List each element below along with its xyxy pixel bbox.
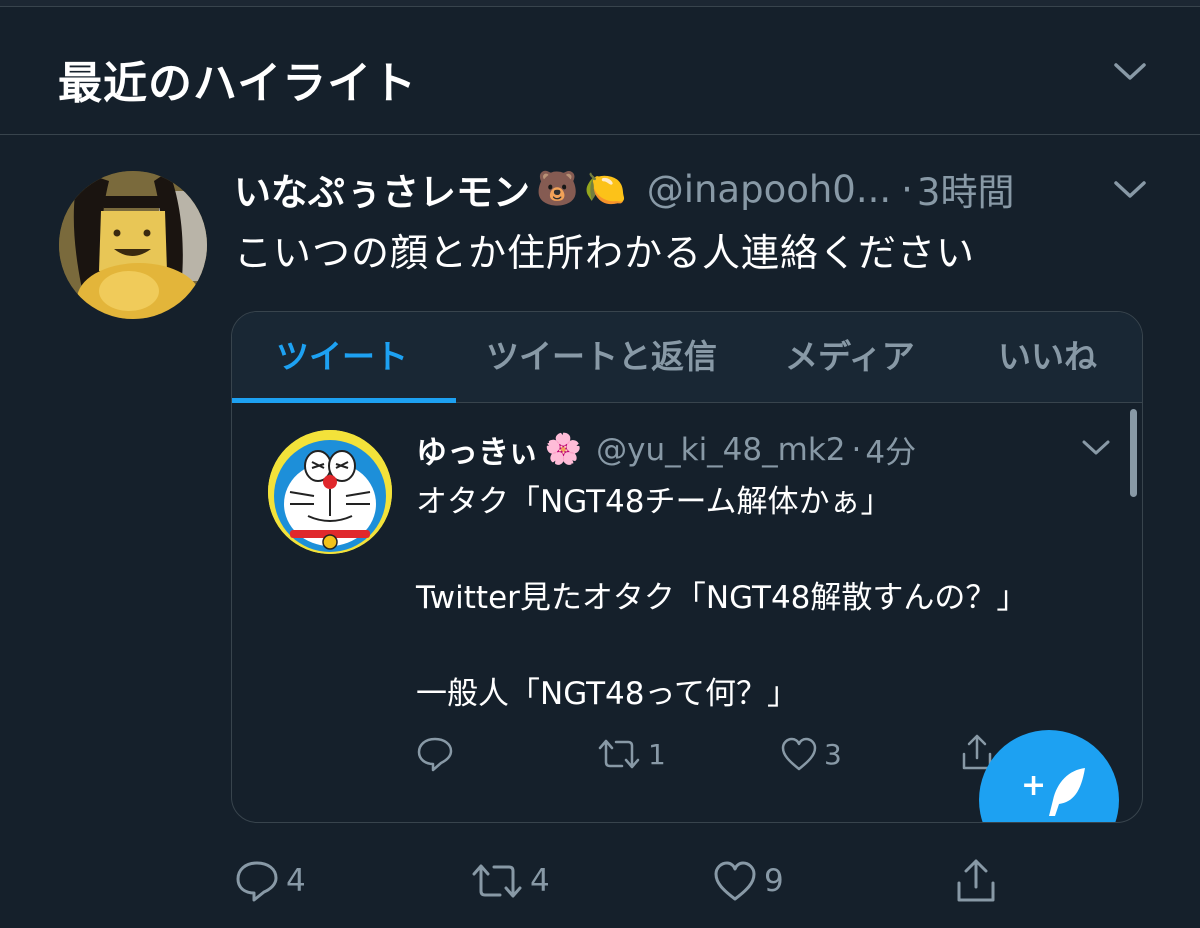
highlights-header[interactable]: 最近のハイライト <box>0 7 1200 135</box>
retweet-icon <box>598 739 640 769</box>
tab-tweets-and-replies[interactable]: ツイートと返信 <box>486 330 717 378</box>
reply-icon <box>236 861 278 902</box>
retweet-count: 4 <box>530 863 550 899</box>
chevron-down-icon[interactable] <box>1113 62 1147 82</box>
chevron-down-icon[interactable] <box>1113 180 1147 200</box>
tab-likes[interactable]: いいね <box>998 330 1097 378</box>
heart-icon <box>781 737 817 771</box>
retweet-icon <box>472 864 522 898</box>
feather-icon <box>1049 768 1085 816</box>
like-count: 3 <box>824 737 842 771</box>
separator-dot: · <box>901 167 913 211</box>
embedded-image[interactable]: ツイート ツイートと返信 メディア いいね ゆっきぃ 🌸 @yu_ki_48_m… <box>231 311 1143 823</box>
display-name[interactable]: いなぷぅさレモン <box>234 162 530 216</box>
reply-button[interactable] <box>416 736 454 772</box>
top-bar <box>0 0 1200 7</box>
chevron-down-icon[interactable] <box>1081 439 1111 457</box>
tweet-text: こいつの顔とか住所わかる人連絡ください <box>234 231 976 275</box>
timestamp[interactable]: 4分 <box>865 427 916 472</box>
display-name[interactable]: ゆっきぃ <box>416 427 539 472</box>
tweet-header: いなぷぅさレモン 🐻 🍋 @inapooh0... · 3時間 <box>234 162 1015 216</box>
like-button[interactable]: 3 <box>780 736 842 772</box>
heart-icon <box>714 861 756 901</box>
like-count: 9 <box>764 863 784 899</box>
compose-tweet-button[interactable]: + <box>979 730 1119 822</box>
embedded-tweet-line: オタク「NGT48チーム解体かぁ」 <box>416 484 892 520</box>
avatar[interactable] <box>59 171 207 319</box>
like-button[interactable]: 9 <box>712 860 784 902</box>
reply-count: 4 <box>286 863 306 899</box>
avatar[interactable] <box>268 430 392 554</box>
embedded-tweet-line: 一般人「NGT48って何？」 <box>416 676 798 712</box>
user-handle[interactable]: @inapooh0... <box>647 168 891 211</box>
embedded-tweet-line: Twitter見たオタク「NGT48解散すんの？」 <box>416 580 1028 616</box>
share-icon <box>957 859 995 902</box>
profile-tabs: ツイート ツイートと返信 メディア いいね <box>232 312 1142 403</box>
reply-button[interactable]: 4 <box>234 860 306 902</box>
retweet-count: 1 <box>648 737 666 771</box>
share-button[interactable] <box>954 856 998 904</box>
scrollbar[interactable] <box>1130 409 1137 497</box>
timestamp[interactable]: 3時間 <box>917 162 1015 216</box>
page-title: 最近のハイライト <box>58 58 418 109</box>
retweet-button[interactable]: 1 <box>596 736 666 772</box>
active-tab-indicator <box>232 398 456 403</box>
separator-dot: · <box>851 431 862 468</box>
tab-tweets[interactable]: ツイート <box>276 330 408 378</box>
tab-media[interactable]: メディア <box>785 330 915 378</box>
retweet-button[interactable]: 4 <box>470 860 550 902</box>
bear-emoji: 🐻 <box>536 169 579 209</box>
cherry-blossom-emoji: 🌸 <box>544 432 583 467</box>
user-handle[interactable]: @yu_ki_48_mk2 <box>596 432 845 468</box>
lemon-emoji: 🍋 <box>584 169 627 209</box>
embedded-tweet-header: ゆっきぃ 🌸 @yu_ki_48_mk2 · 4分 <box>416 427 916 472</box>
reply-icon <box>417 737 453 772</box>
